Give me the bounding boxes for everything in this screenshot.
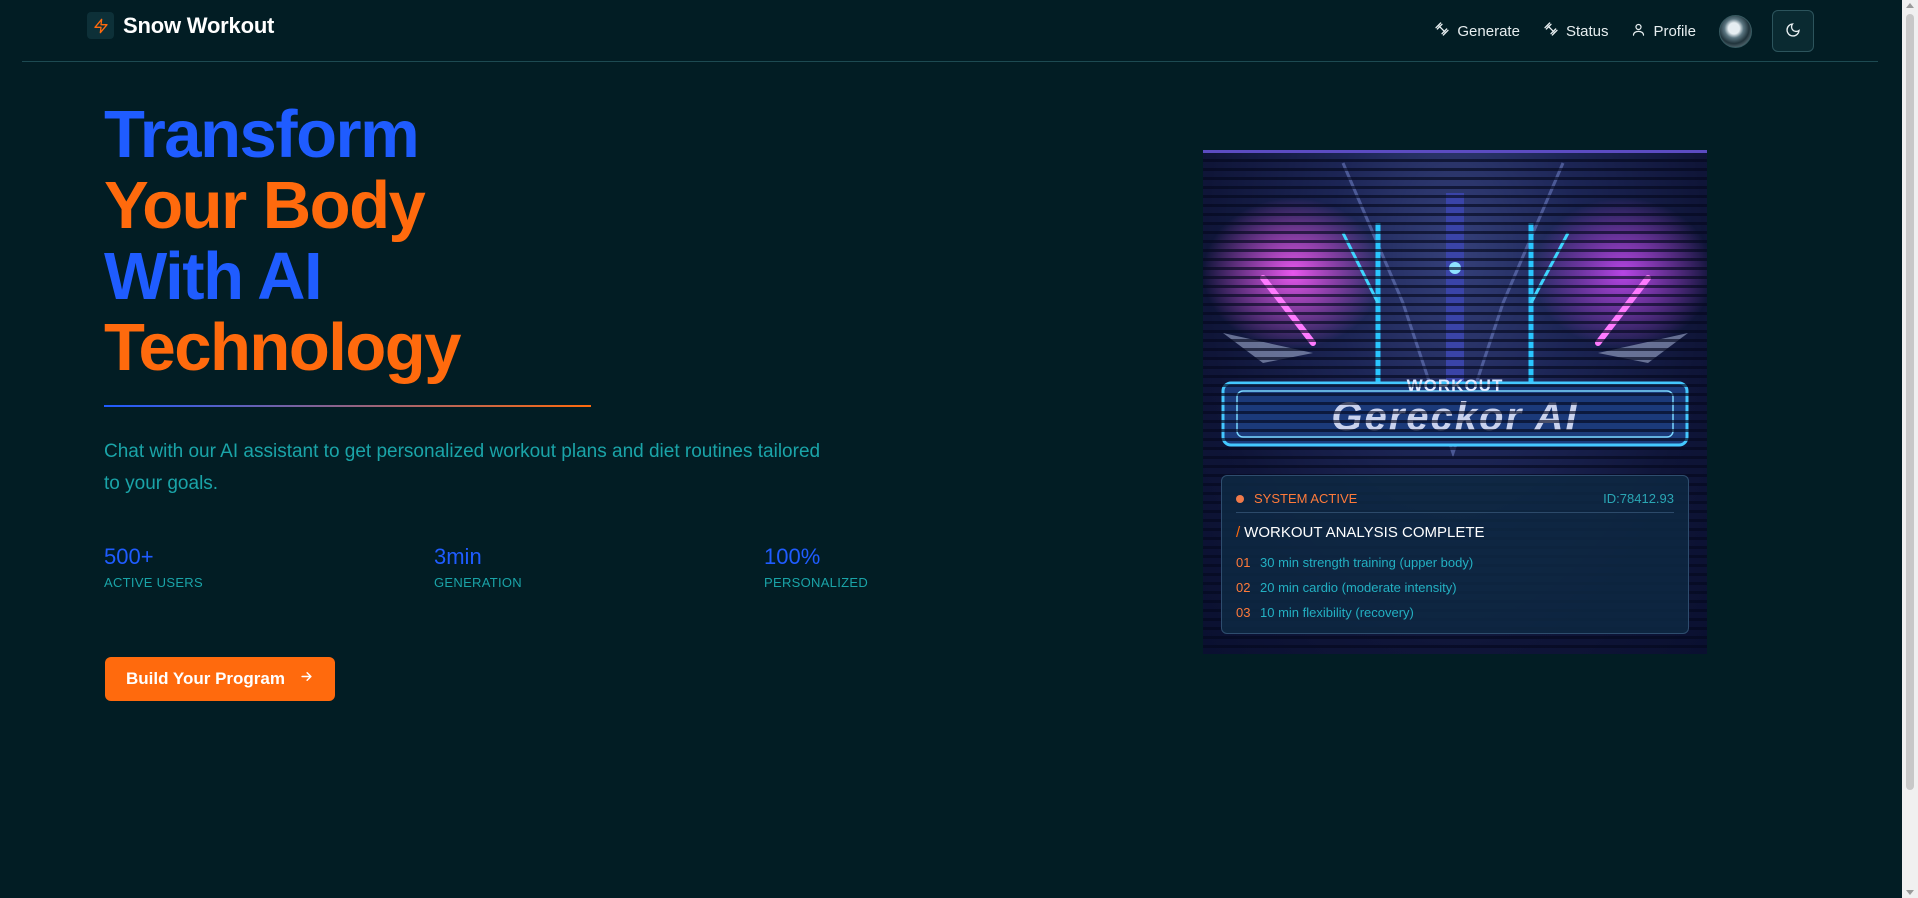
scroll-up-arrow-icon[interactable] [1906,3,1914,8]
list-item: 01 30 min strength training (upper body) [1236,555,1473,580]
stat-label: ACTIVE USERS [104,575,203,590]
nav-profile-label: Profile [1653,22,1696,40]
stat-value: 3min [434,544,482,569]
hero-title: Transform Your Body With AI Technology [104,97,462,385]
brand[interactable]: Snow Workout [87,12,274,39]
dumbbell-icon [1543,21,1559,41]
stat-value: 100% [764,544,821,569]
brand-name: Snow Workout [123,12,275,38]
item-number: 01 [1236,555,1251,570]
item-text: 30 min strength training (upper body) [1260,555,1474,570]
hero-title-line-4: Technology [104,310,462,385]
item-number: 02 [1236,580,1251,595]
hero-title-line-1: Transform [104,97,420,172]
item-text: 10 min flexibility (recovery) [1260,605,1414,620]
session-id: ID:78412.93 [1603,491,1674,506]
system-status-text: SYSTEM ACTIVE [1254,491,1358,506]
theme-toggle-button[interactable] [1772,10,1814,52]
banner-large-text: Gereckor AI [1331,395,1578,439]
build-program-button[interactable]: Build Your Program [105,657,335,701]
user-icon [1631,22,1646,41]
workout-plan-list: 01 30 min strength training (upper body)… [1236,555,1473,630]
zap-icon [87,12,114,39]
list-item: 02 20 min cardio (moderate intensity) [1236,580,1473,605]
stat-label: PERSONALIZED [764,575,869,590]
stat-label: GENERATION [434,575,522,590]
hero-divider [104,405,591,407]
hero-title-line-2: Your Body [104,168,426,243]
stat-active-users: 500+ ACTIVE USERS [104,544,404,590]
workout-status-panel: SYSTEM ACTIVE ID:78412.93 /WORKOUT ANALY… [1221,475,1689,634]
nav-profile-link[interactable]: Profile [1631,14,1696,48]
banner-small-text: WORKOUT [1407,376,1504,395]
stat-personalized: 100% PERSONALIZED [764,544,1064,590]
scroll-down-arrow-icon[interactable] [1906,890,1914,895]
dumbbell-icon [1434,21,1450,41]
hero-subtitle: Chat with our AI assistant to get person… [104,441,821,494]
nav-status-link[interactable]: Status [1543,14,1609,48]
nav-generate-link[interactable]: Generate [1434,14,1520,48]
page-scrollbar[interactable] [1902,0,1918,898]
status-panel-header: SYSTEM ACTIVE ID:78412.93 [1236,491,1674,513]
status-dot [1236,495,1244,503]
analysis-title-text: WORKOUT ANALYSIS COMPLETE [1244,524,1485,541]
main-nav: Generate Status Profile [1434,10,1814,52]
stat-generation: 3min GENERATION [434,544,734,590]
item-number: 03 [1236,605,1251,620]
nav-status-label: Status [1565,22,1609,40]
list-item: 03 10 min flexibility (recovery) [1236,605,1473,630]
build-program-label: Build Your Program [125,669,285,688]
user-avatar[interactable] [1719,14,1752,48]
top-navbar: Snow Workout Generate Status Profile [22,0,1878,62]
hero-title-line-3: With AI [104,239,323,314]
analysis-title: / WORKOUT ANALYSIS COMPLETE [1236,524,1485,541]
stat-value: 500+ [104,544,154,569]
moon-icon [1785,22,1801,41]
scrollbar-thumb[interactable] [1906,14,1914,790]
nav-generate-label: Generate [1457,22,1520,40]
item-text: 20 min cardio (moderate intensity) [1260,580,1457,595]
arrow-right-icon [299,669,314,689]
